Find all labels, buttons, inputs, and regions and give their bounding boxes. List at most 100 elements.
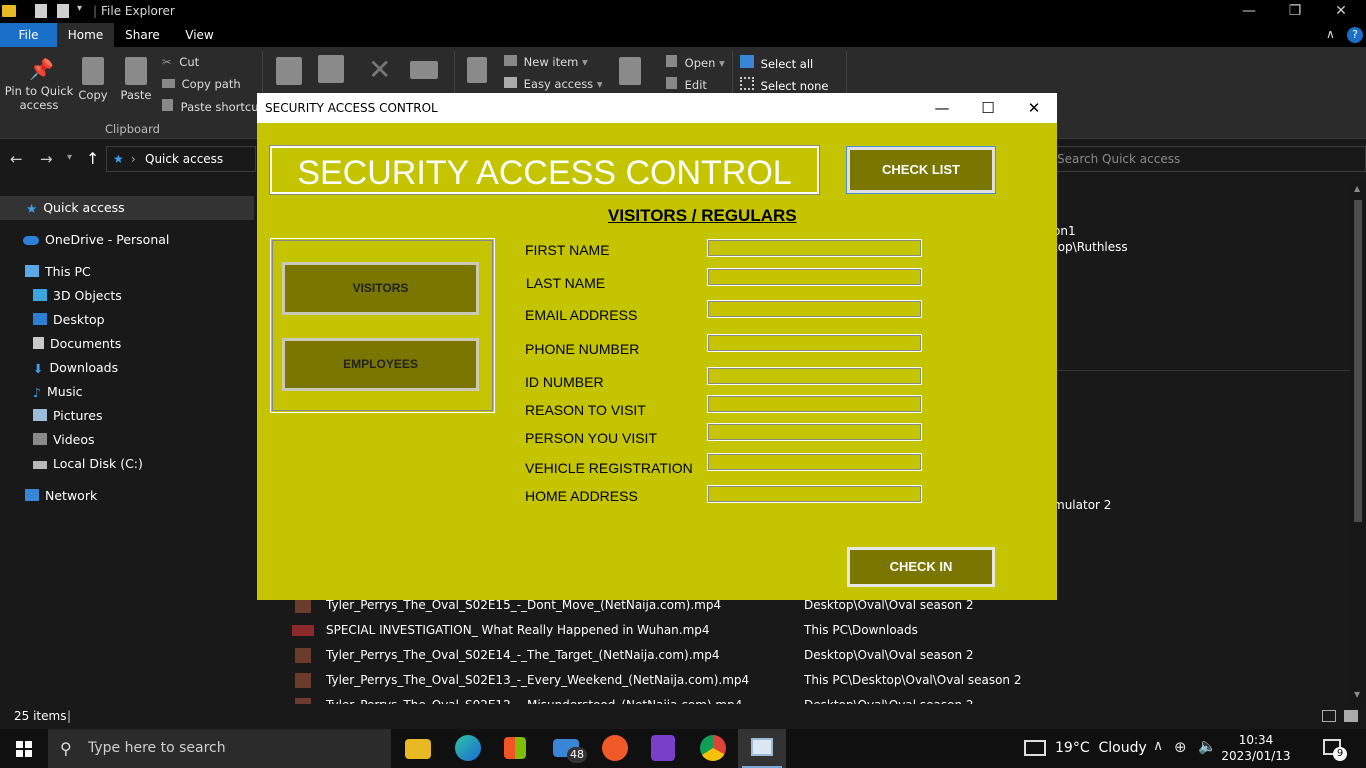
nav-item-desktop[interactable]: Desktop <box>0 308 254 332</box>
edge-icon[interactable] <box>455 735 481 761</box>
paste-button[interactable]: Paste <box>118 57 154 102</box>
visual-studio-icon[interactable] <box>651 735 675 761</box>
category-panel: VISITORS EMPLOYEES <box>270 238 495 413</box>
show-hidden-icons-icon[interactable]: ∧ <box>1153 738 1163 754</box>
nav-item-videos[interactable]: Videos <box>0 428 254 452</box>
nav-item-documents[interactable]: Documents <box>0 332 254 356</box>
file-row[interactable]: Tyler_Perrys_The_Oval_S02E12_-_Misunders… <box>257 693 1351 704</box>
nav-item-onedrive[interactable]: OneDrive - Personal <box>0 228 254 252</box>
address-bar[interactable]: ★ › Quick access <box>106 146 256 172</box>
vehicle-registration-field[interactable] <box>707 453 922 471</box>
forward-icon[interactable]: → <box>40 150 53 168</box>
help-icon[interactable]: ? <box>1347 27 1363 43</box>
employees-button[interactable]: EMPLOYEES <box>282 338 479 391</box>
taskbar-search[interactable]: ⚲ Type here to search <box>48 729 391 768</box>
up-icon[interactable]: ↑ <box>86 149 99 168</box>
maximize-button[interactable]: ❐ <box>1272 0 1318 23</box>
chrome-icon[interactable] <box>700 735 726 761</box>
cut-button[interactable]: ✂ Cut <box>162 55 199 69</box>
properties-icon[interactable] <box>35 4 47 18</box>
nav-item-this-pc[interactable]: This PC <box>0 260 254 284</box>
tab-share[interactable]: Share <box>114 23 171 47</box>
dialog-close-button[interactable]: ✕ <box>1011 93 1057 123</box>
new-item-button[interactable]: New item ▾ <box>504 55 588 69</box>
file-row[interactable]: Tyler_Perrys_The_Oval_S02E13_-_Every_Wee… <box>257 668 1351 693</box>
scroll-thumb[interactable] <box>1354 200 1362 522</box>
vertical-scrollbar[interactable]: ▲ ▼ <box>1350 182 1366 704</box>
nav-item-quick-access[interactable]: ★ Quick access <box>0 196 254 220</box>
minimize-button[interactable]: — <box>1226 0 1272 23</box>
notification-badge: 9 <box>1333 747 1347 761</box>
move-to-icon[interactable] <box>276 57 302 85</box>
nav-item-music[interactable]: ♪ Music <box>0 380 254 404</box>
customize-quick-access-icon[interactable]: ▾ <box>77 3 82 14</box>
new-folder-ribbon-icon[interactable] <box>467 57 487 83</box>
new-folder-icon[interactable] <box>57 4 69 18</box>
select-all-icon <box>740 55 754 68</box>
dialog-maximize-button[interactable]: ☐ <box>965 93 1011 123</box>
select-none-button[interactable]: Select none <box>740 77 828 93</box>
easy-access-button[interactable]: Easy access ▾ <box>504 77 603 91</box>
dialog-minimize-button[interactable]: — <box>919 93 965 123</box>
nav-item-downloads[interactable]: ⬇ Downloads <box>0 356 254 380</box>
file-location: Desktop\Oval\Oval season 2 <box>804 648 974 662</box>
first-name-field[interactable] <box>707 239 922 257</box>
picture-icon <box>33 409 47 421</box>
email-address-field[interactable] <box>707 300 922 318</box>
volume-icon[interactable]: 🔈 <box>1198 737 1217 755</box>
check-list-button[interactable]: CHECK LIST <box>846 146 996 194</box>
recent-locations-icon[interactable]: ▾ <box>67 152 72 163</box>
tab-home[interactable]: Home <box>57 23 114 47</box>
properties-ribbon-icon[interactable] <box>619 57 641 85</box>
window-app-icon <box>751 738 773 756</box>
weather-text[interactable]: 19°C Cloudy <box>1055 740 1147 756</box>
check-in-button[interactable]: CHECK IN <box>847 547 995 587</box>
pin-quick-access-button[interactable]: 📌 Pin to Quick access <box>4 57 74 112</box>
copy-button[interactable]: Copy <box>76 57 110 102</box>
tab-view[interactable]: View <box>171 23 228 47</box>
collapse-ribbon-icon[interactable]: ∧ <box>1326 27 1335 41</box>
large-icons-view-icon[interactable] <box>1344 710 1358 722</box>
visitors-button[interactable]: VISITORS <box>282 262 479 315</box>
copy-to-icon[interactable] <box>318 55 344 83</box>
file-row[interactable]: SPECIAL INVESTIGATION_ What Really Happe… <box>257 618 1351 643</box>
store-icon[interactable] <box>504 737 526 759</box>
nav-item-3d-objects[interactable]: 3D Objects <box>0 284 254 308</box>
scroll-up-icon[interactable]: ▲ <box>1354 184 1360 193</box>
back-icon[interactable]: ← <box>10 150 23 168</box>
edit-button[interactable]: Edit <box>666 77 707 92</box>
document-icon <box>33 337 44 349</box>
mail-badge: 48 <box>567 747 587 763</box>
windows-start-icon[interactable] <box>16 741 32 757</box>
person-you-visit-field[interactable] <box>707 423 922 441</box>
clock[interactable]: 10:34 2023/01/13 <box>1220 732 1292 764</box>
brave-icon[interactable] <box>602 735 628 761</box>
weather-icon[interactable] <box>1024 740 1046 756</box>
details-view-icon[interactable] <box>1322 710 1336 722</box>
select-all-button[interactable]: Select all <box>740 55 813 71</box>
phone-number-field[interactable] <box>707 334 922 352</box>
file-row[interactable]: Tyler_Perrys_The_Oval_S02E14_-_The_Targe… <box>257 643 1351 668</box>
delete-icon[interactable]: ✕ <box>368 53 391 86</box>
new-item-icon <box>504 55 517 66</box>
language-icon[interactable]: ⊕ <box>1174 738 1187 756</box>
home-address-label: HOME ADDRESS <box>525 488 638 504</box>
tab-file[interactable]: File <box>0 23 57 47</box>
open-button[interactable]: Open ▾ <box>666 55 725 70</box>
close-button[interactable]: ✕ <box>1318 0 1364 23</box>
nav-item-local-disk[interactable]: Local Disk (C:) <box>0 452 254 476</box>
file-explorer-taskbar-icon[interactable] <box>405 739 431 759</box>
copy-path-button[interactable]: Copy path <box>162 77 241 91</box>
nav-item-network[interactable]: Network <box>0 484 254 508</box>
search-input[interactable]: Search Quick access <box>1048 146 1366 172</box>
scroll-down-icon[interactable]: ▼ <box>1354 690 1360 699</box>
home-address-field[interactable] <box>707 485 922 503</box>
id-number-field[interactable] <box>707 367 922 385</box>
music-icon: ♪ <box>33 385 41 400</box>
nav-item-pictures[interactable]: Pictures <box>0 404 254 428</box>
paste-shortcut-button[interactable]: Paste shortcut <box>162 99 263 114</box>
rename-icon[interactable] <box>410 61 438 79</box>
last-name-field[interactable] <box>707 268 922 286</box>
active-app-taskbar-item[interactable] <box>738 729 786 768</box>
reason-to-visit-field[interactable] <box>707 395 922 413</box>
